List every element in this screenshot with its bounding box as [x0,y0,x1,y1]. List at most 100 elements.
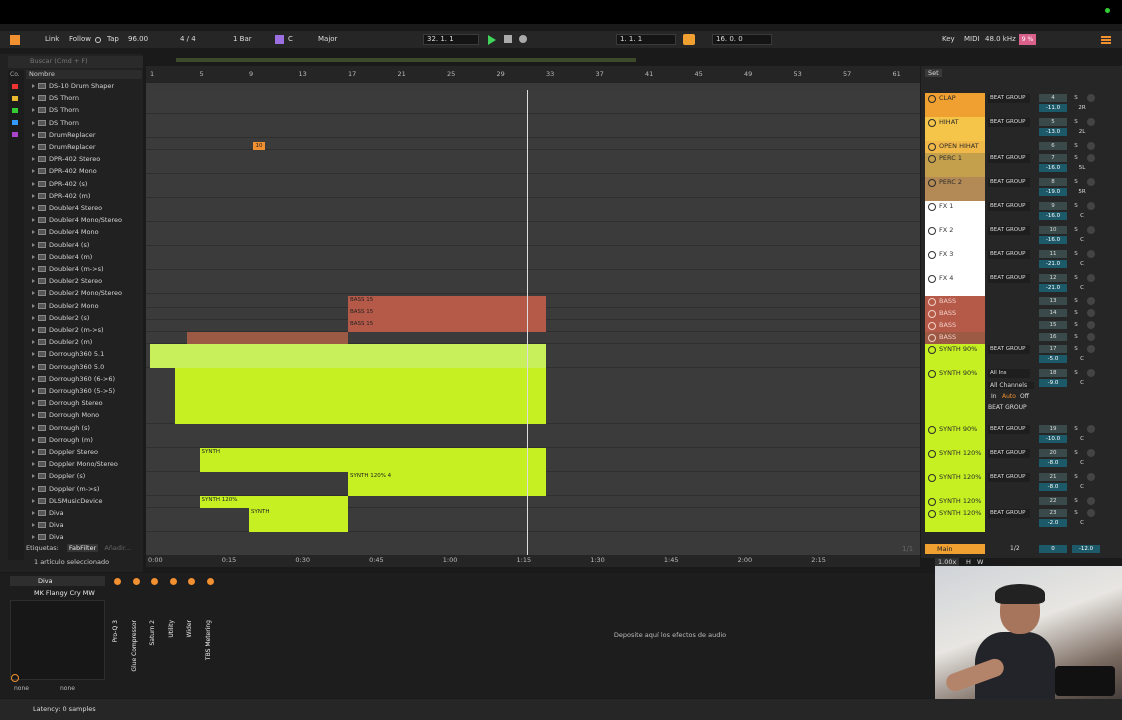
expand-arrow-icon[interactable] [32,169,35,174]
track-name[interactable]: SYNTH 90% [925,344,985,368]
track-lane[interactable] [146,114,920,138]
expand-arrow-icon[interactable] [32,328,35,332]
effect-device[interactable]: Saturn 2 [149,590,161,680]
output-routing-select[interactable]: BEAT GROUP [988,404,1027,411]
volume-field[interactable]: -13.0 [1039,128,1067,136]
clip[interactable]: SYNTH 120% [199,496,348,508]
pan-field[interactable]: C [1072,284,1092,292]
track-name[interactable]: FX 1 [925,201,985,225]
arm-button[interactable] [1087,226,1095,234]
expand-arrow-icon[interactable] [32,352,35,357]
volume-field[interactable]: -16.0 [1039,236,1067,244]
pan-field[interactable]: C [1072,483,1092,491]
track-name[interactable]: HIHAT [925,117,985,141]
effect-device[interactable]: Utility [168,590,180,680]
volume-field[interactable]: -11.0 [1039,104,1067,112]
width-toggle[interactable]: W [977,558,983,566]
solo-button[interactable]: S [1072,178,1080,186]
browser-item[interactable]: Doppler Mono/Stereo [28,458,142,470]
track-name[interactable]: SYNTH 120% [925,448,985,472]
solo-button[interactable]: S [1072,94,1080,102]
track-header[interactable]: SYNTH 120% BEAT GROUP 21 S -8.0 C [925,472,1122,496]
track-header[interactable]: FX 1 BEAT GROUP 9 S -16.0 C [925,201,1122,225]
loop-switch-icon[interactable] [683,34,695,45]
solo-button[interactable]: S [1072,497,1080,505]
track-lane[interactable] [146,222,920,246]
browser-item[interactable]: Dorrough Mono [28,409,142,421]
expand-arrow-icon[interactable] [32,364,35,369]
expand-arrow-icon[interactable] [32,474,35,479]
power-icon[interactable] [11,674,19,682]
arm-button[interactable] [1087,297,1095,305]
output-routing-select[interactable]: BEAT GROUP [988,473,1030,482]
arm-button[interactable] [1087,345,1095,353]
expand-arrow-icon[interactable] [32,389,35,393]
track-header[interactable]: OPEN HIHAT 6 S [925,141,1122,153]
solo-button[interactable]: S [1072,118,1080,126]
arm-button[interactable] [1087,202,1095,210]
loop-length-field[interactable]: 16. 0. 0 [712,34,772,45]
output-routing-select[interactable]: All Ins [988,369,1030,378]
expand-arrow-icon[interactable] [32,413,35,418]
monitor-off-button[interactable]: Off [1020,393,1029,400]
solo-button[interactable]: S [1072,369,1080,377]
pan-field[interactable]: 5R [1072,188,1092,196]
browser-item[interactable]: DPR-402 Mono [28,165,142,177]
expand-arrow-icon[interactable] [32,279,35,284]
clip[interactable]: BASS 15 [348,296,546,308]
output-routing-select[interactable]: BEAT GROUP [988,154,1030,163]
stop-icon[interactable] [504,35,512,43]
browser-item[interactable]: DS-10 Drum Shaper [28,80,142,92]
volume-field[interactable]: -16.0 [1039,164,1067,172]
browser-item[interactable]: Dorrough360 5.0 [28,361,142,373]
output-routing-select[interactable]: BEAT GROUP [988,274,1030,283]
track-header[interactable]: FX 3 BEAT GROUP 11 S -21.0 C [925,249,1122,273]
browser-item[interactable]: DS Thorn [28,92,142,104]
beat-time-ruler[interactable]: 1 5 9 13 17 21 25 29 33 37 41 45 49 53 57 61 [146,66,920,83]
solo-button[interactable]: S [1072,154,1080,162]
expand-arrow-icon[interactable] [32,242,35,247]
output-routing-select[interactable]: BEAT GROUP [988,345,1030,354]
scale-icon[interactable] [275,35,284,44]
key-root-select[interactable]: C [288,34,293,45]
expand-arrow-icon[interactable] [32,230,35,235]
track-name[interactable]: BASS [925,296,985,308]
volume-field[interactable]: -16.0 [1039,212,1067,220]
output-routing-select[interactable]: BEAT GROUP [988,449,1030,458]
track-header[interactable]: HIHAT BEAT GROUP 5 S -13.0 2L [925,117,1122,141]
time-ruler[interactable]: 0:00 0:15 0:30 0:45 1:00 1:15 1:30 1:45 2:00 2:15 [146,555,920,567]
expand-arrow-icon[interactable] [32,132,35,137]
volume-field[interactable]: -5.0 [1039,355,1067,363]
browser-item[interactable]: DrumReplacer [28,129,142,141]
expand-arrow-icon[interactable] [32,267,35,271]
browser-item[interactable]: Doppler (m->s) [28,483,142,495]
pan-field[interactable]: C [1072,519,1092,527]
browser-item[interactable]: DPR-402 (s) [28,178,142,190]
volume-field[interactable]: -19.0 [1039,188,1067,196]
track-name[interactable]: FX 3 [925,249,985,273]
arm-button[interactable] [1087,425,1095,433]
track-name[interactable]: SYNTH 90% [925,424,985,448]
arm-button[interactable] [1087,154,1095,162]
browser-item[interactable]: DPR-402 Stereo [28,153,142,165]
expand-arrow-icon[interactable] [32,303,35,308]
expand-arrow-icon[interactable] [32,291,35,296]
solo-button[interactable]: S [1072,142,1080,150]
browser-item[interactable]: Doubler2 (s) [28,312,142,324]
arm-button[interactable] [1087,321,1095,329]
solo-button[interactable]: S [1072,473,1080,481]
track-lane[interactable] [146,424,920,448]
expand-arrow-icon[interactable] [32,120,35,125]
monitor-auto-button[interactable]: Auto [1002,393,1016,400]
output-routing-select[interactable]: BEAT GROUP [988,202,1030,211]
key-scale-select[interactable]: Major [318,34,337,45]
pan-field[interactable]: 2L [1072,128,1092,136]
browser-item[interactable]: Diva [28,507,142,519]
expand-arrow-icon[interactable] [32,340,35,345]
effect-device[interactable]: TBS Metering [205,590,217,680]
solo-button[interactable]: S [1072,309,1080,317]
pan-field[interactable]: C [1072,260,1092,268]
browser-item[interactable]: Diva [28,519,142,531]
clip[interactable] [174,368,546,396]
loop-start-field[interactable]: 1. 1. 1 [616,34,676,45]
